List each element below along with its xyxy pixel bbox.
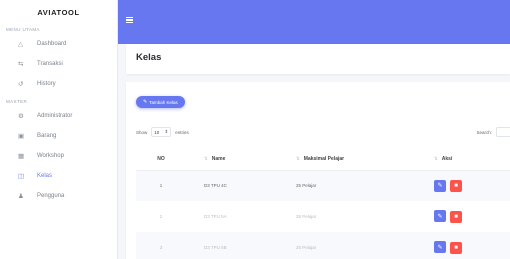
sidebar-item-label: Pengguna: [37, 193, 65, 199]
edit-square-icon: ✎: [143, 99, 148, 105]
sidebar-item-workshop[interactable]: ▦ Workshop: [0, 146, 117, 166]
cell-no: 1: [136, 170, 186, 201]
top-navbar: [118, 0, 510, 44]
sidebar-section-label: MENU UTAMA: [6, 27, 40, 32]
hamburger-menu-icon[interactable]: [126, 17, 133, 24]
exchange-icon: ⇆: [18, 61, 24, 68]
column-header-name[interactable]: ⇅ Name: [186, 148, 276, 171]
sidebar-item-label: Kelas: [37, 173, 53, 179]
sidebar-item-transaksi[interactable]: ⇆ Transaksi: [0, 54, 117, 74]
sidebar-item-label: History: [37, 81, 56, 87]
table-row: 3 D3 TPU 5B 25 Pelajar ✎ ■: [136, 232, 510, 259]
add-kelas-button[interactable]: ✎ Tambah Kelas: [136, 96, 185, 108]
cell-no: 3: [136, 232, 186, 259]
sidebar-item-label: Transaksi: [37, 61, 63, 67]
add-kelas-label: Tambah Kelas: [149, 99, 178, 105]
sidebar-item-label: Barang: [37, 133, 57, 139]
delete-button[interactable]: ■: [450, 210, 462, 223]
delete-button[interactable]: ■: [450, 241, 462, 254]
warehouse-icon: ▦: [18, 153, 25, 160]
trash-icon: ■: [454, 213, 458, 220]
cell-name: D3 TPU 4C: [186, 170, 276, 201]
search-input[interactable]: [496, 127, 510, 137]
sort-icon: ⇅: [204, 155, 208, 161]
sidebar-item-pengguna[interactable]: ♟ Pengguna: [0, 186, 117, 206]
user-icon: ♟: [18, 193, 24, 200]
cell-no: 2: [136, 201, 186, 232]
entries-select[interactable]: 10 ⇕: [151, 127, 172, 137]
edit-button[interactable]: ✎: [434, 210, 446, 223]
edit-button[interactable]: ✎: [434, 179, 446, 192]
pencil-icon: ✎: [437, 244, 443, 251]
sidebar-item-label: Dashboard: [37, 41, 67, 47]
cell-actions: ✎ ■: [426, 170, 510, 201]
cell-max: 25 Pelajar: [276, 170, 426, 201]
trash-icon: ■: [454, 183, 458, 189]
page-title: Kelas: [136, 52, 162, 63]
sort-icon: ⇅: [296, 155, 300, 161]
table-header-row: NO ⇅ Name ⇅ Maksimal Pelajar ⇅ Aksi: [136, 148, 510, 171]
entries-label: entries: [175, 129, 189, 135]
select-arrows-icon: ⇕: [164, 129, 169, 134]
sidebar-item-history[interactable]: ↺ History: [0, 74, 117, 94]
table-row: 2 D3 TPU 5A 25 Pelajar ✎ ■: [136, 201, 510, 232]
chalkboard-icon: ◫: [18, 173, 25, 180]
entries-control: Show 10 ⇕ entries: [136, 127, 189, 137]
sidebar-section-label: MASTER: [6, 99, 28, 104]
pencil-icon: ✎: [437, 183, 443, 189]
search-control: Search:: [476, 127, 510, 137]
edit-button[interactable]: ✎: [434, 241, 446, 254]
sidebar-item-dashboard[interactable]: △ Dashboard: [0, 34, 117, 54]
boxes-icon: ▣: [18, 133, 25, 140]
table-row: 1 D3 TPU 4C 25 Pelajar ✎ ■: [136, 170, 510, 201]
sort-icon: ⇅: [434, 155, 438, 161]
sidebar: AVIATOOL MENU UTAMA △ Dashboard ⇆ Transa…: [0, 0, 118, 259]
sidebar-item-kelas[interactable]: ◫ Kelas: [0, 166, 117, 186]
brand-logo[interactable]: AVIATOOL: [0, 0, 117, 25]
data-card: ✎ Tambah Kelas Show 10 ⇕ entries Search:…: [126, 82, 510, 259]
sidebar-item-barang[interactable]: ▣ Barang: [0, 126, 117, 146]
pencil-icon: ✎: [437, 213, 443, 220]
cell-max: 25 Pelajar: [276, 201, 426, 232]
sidebar-item-administrator[interactable]: ⚙ Administrator: [0, 106, 117, 126]
column-header-no[interactable]: NO: [136, 148, 186, 171]
column-header-max[interactable]: ⇅ Maksimal Pelajar: [276, 148, 426, 171]
sidebar-item-label: Administrator: [37, 113, 73, 119]
column-header-aksi[interactable]: ⇅ Aksi: [426, 148, 510, 171]
delete-button[interactable]: ■: [450, 180, 462, 192]
history-icon: ↺: [18, 81, 24, 88]
cell-max: 25 Pelajar: [276, 232, 426, 259]
section-header: Kelas: [126, 44, 510, 74]
cell-name: D3 TPU 5A: [186, 201, 276, 232]
search-label: Search:: [476, 129, 492, 135]
sidebar-item-label: Workshop: [37, 153, 64, 159]
show-label: Show: [136, 129, 148, 135]
fire-icon: △: [18, 41, 23, 48]
cell-actions: ✎ ■: [426, 232, 510, 259]
entries-value: 10: [154, 129, 160, 135]
kelas-table: NO ⇅ Name ⇅ Maksimal Pelajar ⇅ Aksi 1 D3 TP…: [136, 148, 510, 259]
trash-icon: ■: [454, 244, 458, 251]
cell-name: D3 TPU 5B: [186, 232, 276, 259]
cell-actions: ✎ ■: [426, 201, 510, 232]
users-cog-icon: ⚙: [18, 113, 24, 120]
